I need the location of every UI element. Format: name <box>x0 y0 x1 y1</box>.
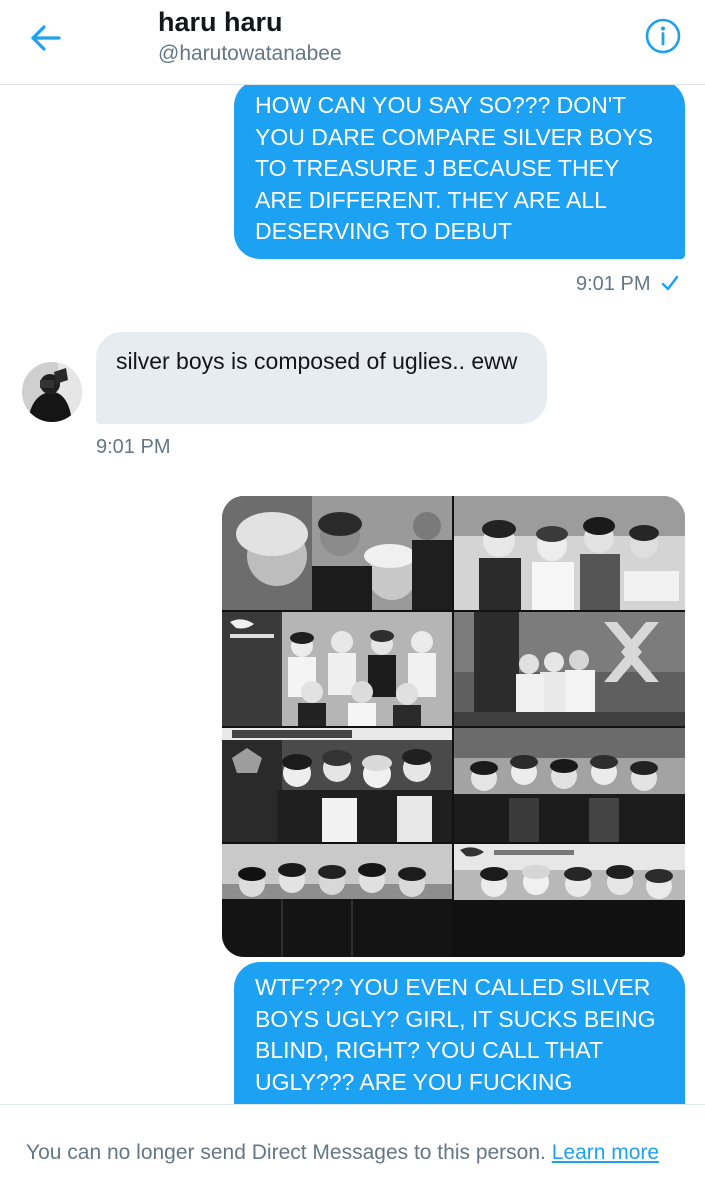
learn-more-link[interactable]: Learn more <box>552 1141 659 1164</box>
conversation-title: haru haru <box>158 7 283 37</box>
collage-photo[interactable] <box>454 728 685 842</box>
arrow-left-icon <box>31 25 61 51</box>
collage-photo[interactable] <box>222 612 452 726</box>
collage-photo[interactable] <box>222 844 452 957</box>
notice-text: You can no longer send Direct Messages t… <box>26 1141 546 1164</box>
back-button[interactable] <box>24 16 68 60</box>
collage-photo[interactable] <box>454 844 685 957</box>
collage-photo[interactable] <box>454 496 685 610</box>
message-timestamp-row: 9:01 PM <box>576 273 680 296</box>
sent-image-collage[interactable] <box>222 496 685 957</box>
info-icon <box>645 18 681 54</box>
notice-row: You can no longer send Direct Messages t… <box>26 1141 659 1165</box>
message-timestamp: 9:01 PM <box>96 436 171 458</box>
dm-disabled-notice: You can no longer send Direct Messages t… <box>0 1104 705 1200</box>
received-message-bubble[interactable]: silver boys is composed of uglies.. eww <box>96 332 547 424</box>
collage-photo[interactable] <box>454 612 685 726</box>
conversation-header: haru haru @harutowatanabee <box>0 0 705 85</box>
collage-photo[interactable] <box>222 728 452 842</box>
dm-conversation-screen: haru haru @harutowatanabee HOW CAN YOU S… <box>0 0 705 1200</box>
checkmark-icon <box>662 275 679 290</box>
avatar[interactable] <box>22 362 82 422</box>
info-button[interactable] <box>643 16 683 56</box>
conversation-title-block[interactable]: haru haru @harutowatanabee <box>158 6 342 68</box>
sent-message-bubble[interactable]: HOW CAN YOU SAY SO??? DON'T YOU DARE COM… <box>234 80 685 259</box>
conversation-handle: @harutowatanabee <box>158 42 342 65</box>
avatar-image <box>22 362 82 422</box>
message-timestamp: 9:01 PM <box>576 273 651 295</box>
collage-photo[interactable] <box>222 496 452 610</box>
